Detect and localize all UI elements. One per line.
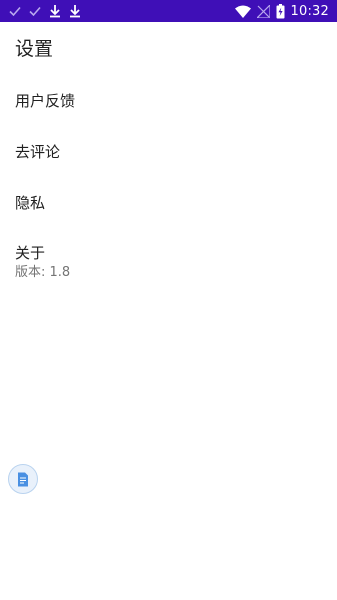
status-bar: 10:32 xyxy=(0,0,337,22)
clock: 10:32 xyxy=(290,3,329,19)
notification-icons xyxy=(8,0,82,22)
settings-item-review[interactable]: 去评论 xyxy=(0,142,337,162)
system-icons: 10:32 xyxy=(234,0,329,22)
download-icon xyxy=(70,5,80,18)
battery-charging-icon xyxy=(276,3,285,18)
download-icon xyxy=(50,5,60,18)
check-icon xyxy=(29,6,41,17)
settings-item-label: 隐私 xyxy=(15,194,46,212)
settings-item-privacy[interactable]: 隐私 xyxy=(0,193,337,213)
settings-screen: 10:32 设置 用户反馈 去评论 隐私 关于 版本: 1.8 xyxy=(0,0,337,600)
settings-item-label: 用户反馈 xyxy=(15,92,76,110)
settings-item-label: 关于 xyxy=(15,244,46,262)
document-icon xyxy=(18,472,28,486)
wifi-icon xyxy=(234,5,251,18)
settings-item-feedback[interactable]: 用户反馈 xyxy=(0,91,337,111)
settings-item-about[interactable]: 关于 版本: 1.8 xyxy=(0,243,337,281)
version-text: 版本: 1.8 xyxy=(15,265,71,280)
no-signal-icon xyxy=(256,4,270,18)
floating-document-button[interactable] xyxy=(8,464,38,494)
check-icon xyxy=(9,6,21,17)
settings-item-label: 去评论 xyxy=(15,143,61,161)
page-title: 设置 xyxy=(15,38,54,60)
